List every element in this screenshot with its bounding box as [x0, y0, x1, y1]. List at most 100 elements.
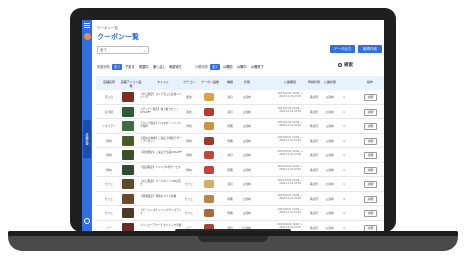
coupon-status: 公開中 — [242, 124, 252, 128]
table-row[interactable]: カフェ 【期間限定】季節のパフェ特典 カフェ 特典 公開中 2023-05-01 10:0… — [96, 192, 384, 206]
store-name: 天ぷら — [104, 95, 114, 99]
detail-button[interactable]: 詳細 — [364, 123, 377, 130]
create-button[interactable]: 新規作成 — [358, 45, 382, 53]
coupon-status: 公開中 — [242, 182, 252, 186]
apply-status: 承認済 — [309, 109, 319, 114]
column-header[interactable]: 操作 — [362, 80, 378, 84]
store-name: 寿司屋 — [104, 109, 114, 114]
coupon-type: 特典 — [227, 211, 233, 215]
side-tab[interactable]: 店舗管理 — [83, 120, 91, 158]
publish-period: 2023-02-01 10:00 〜 2023-12-31 23:59 — [277, 121, 303, 128]
filter-label-publish: 公開状態 — [195, 65, 208, 69]
column-header[interactable]: 公開状態 — [324, 80, 336, 84]
filter-chip[interactable]: 承認待ち — [167, 64, 184, 70]
detail-button[interactable]: 詳細 — [364, 152, 377, 159]
export-csv-button[interactable]: データ出力 — [330, 45, 355, 53]
filter-chip[interactable]: 下書き — [123, 64, 137, 70]
column-header[interactable]: クーポン画像 — [199, 80, 221, 84]
column-header[interactable]: 状態 — [239, 80, 255, 84]
column-header[interactable]: 店舗アイコン画像 — [120, 80, 142, 88]
coupon-status: 公開中 — [242, 167, 252, 172]
count: 1 — [343, 95, 345, 99]
coupon-image — [204, 180, 214, 188]
breadcrumb[interactable]: クーポン一覧 — [97, 26, 118, 31]
publish-period: 2023-04-01 10:00 〜 2023-12-31 23:59 — [277, 179, 303, 186]
category: カフェ — [184, 182, 194, 186]
apply-status: 承認済 — [309, 225, 319, 230]
status-select[interactable]: 全て ⌄ — [97, 46, 149, 54]
category: 焼肉 — [186, 167, 192, 172]
coupon-status: 公開中 — [242, 153, 252, 157]
detail-button[interactable]: 詳細 — [364, 195, 377, 203]
store-name: カフェ — [104, 182, 114, 186]
filter-label-listing: 掲載状態 — [97, 65, 110, 69]
page-title: クーポン一覧 — [97, 33, 139, 41]
coupon-title[interactable]: 【新規限定】ご来店で全品10%OFF — [140, 151, 182, 154]
detail-button[interactable]: 詳細 — [364, 108, 377, 116]
detail-button[interactable]: 詳細 — [364, 181, 377, 188]
table-row[interactable]: 天ぷら 【平日限定】ランチ天ぷら定食+ドリンク 和食 割引 公開中 2023-01-01 … — [96, 90, 384, 105]
store-name: カフェ — [104, 211, 114, 215]
category: 焼肉 — [186, 138, 192, 143]
filter-chip[interactable]: 公開中 — [235, 64, 249, 70]
coupon-title[interactable]: 【ディナー限定】特上握りセット10%OFF — [140, 108, 182, 115]
publish-status: 公開中 — [325, 225, 335, 230]
coupon-status: 公開中 — [242, 95, 252, 99]
column-header[interactable]: カテゴリ — [182, 80, 196, 84]
table-row[interactable]: 寿司屋 【ディナー限定】特上握りセット10%OFF 和食 割引 公開中 2023-01-0… — [96, 105, 384, 119]
coupon-title[interactable]: 【会員限定】ドリンク1杯サービス — [140, 166, 182, 169]
table-row[interactable]: カフェ 【平日限定】ケーキセット100円引き カフェ 割引 公開中 2023-04-01 … — [96, 177, 384, 192]
publish-status: 公開中 — [325, 196, 335, 201]
chevron-down-icon: ⌄ — [142, 48, 146, 53]
filter-chip[interactable]: 公開前 — [221, 64, 235, 70]
count: 1 — [343, 124, 345, 128]
coupon-type: 割引 — [227, 182, 233, 186]
filter-chip[interactable]: 公開終了 — [249, 64, 266, 70]
sidebar: 店舗管理 — [82, 20, 92, 232]
column-header[interactable]: タイトル — [148, 80, 178, 84]
coupon-table: 店舗名称 店舗アイコン画像 タイトル カテゴリ クーポン画像 種類 状態 公開期… — [96, 76, 384, 232]
detail-button[interactable]: 詳細 — [364, 94, 377, 101]
coupon-image — [204, 107, 214, 116]
store-icon-image — [122, 135, 134, 146]
coupon-title[interactable]: 【期間限定】季節のパフェ特典 — [140, 195, 182, 198]
filter-chip[interactable]: 掲載中 — [137, 64, 151, 70]
category: 洋食 — [186, 124, 192, 128]
filter-chip[interactable]: 差し戻し — [151, 64, 168, 70]
table-row[interactable]: カフェ 【モーニング】ドリンクサイズアップ カフェ 特典 公開中 2023-05-01 1… — [96, 206, 384, 221]
coupon-title[interactable]: 【ハッピーアワー】全ドリンク半額 — [140, 224, 182, 227]
store-icon-image — [122, 208, 134, 218]
coupon-image — [204, 93, 214, 101]
column-header[interactable]: 店舗名称 — [98, 80, 120, 84]
coupon-title[interactable]: 【平日限定】ランチ天ぷら定食+ドリンク — [140, 93, 182, 100]
coupon-image — [204, 122, 214, 130]
detail-button[interactable]: 詳細 — [364, 137, 377, 145]
table-row[interactable]: 焼肉 【会員限定】ドリンク1杯サービス 焼肉 特典 公開中 2023-04-01 10:0… — [96, 163, 384, 177]
table-row[interactable]: 焼肉 【誕生日特典】ご来店で特製デザートプレゼント 焼肉 特典 公開中 2023-03-0… — [96, 134, 384, 148]
table-row[interactable]: イタリアン 【ランチ限定】パスタセットドリンク無料 洋食 特典 公開中 2023-02-0… — [96, 119, 384, 134]
apply-status: 承認済 — [309, 153, 319, 157]
coupon-title[interactable]: 【ランチ限定】パスタセットドリンク無料 — [140, 122, 182, 129]
help-icon[interactable] — [84, 218, 90, 224]
search-button[interactable]: 検索 — [338, 62, 353, 68]
count: 1 — [343, 182, 345, 186]
coupon-title[interactable]: 【モーニング】ドリンクサイズアップ — [140, 209, 182, 216]
detail-button[interactable]: 詳細 — [364, 166, 377, 174]
store-icon-image — [122, 164, 134, 175]
column-header[interactable]: 種類 — [224, 80, 236, 84]
publish-status: 公開中 — [325, 138, 335, 143]
publish-period: 2023-04-01 10:00 〜 2023-12-31 23:59 — [277, 164, 303, 171]
category: カフェ — [184, 196, 194, 201]
column-header[interactable]: 公開期間 — [276, 80, 304, 84]
detail-button[interactable]: 詳細 — [364, 210, 377, 217]
filter-chip[interactable]: 全て — [210, 64, 221, 70]
status-select-value: 全て — [100, 48, 107, 52]
hamburger-menu-icon[interactable] — [84, 23, 90, 28]
coupon-title[interactable]: 【誕生日特典】ご来店で特製デザートプレゼント — [140, 137, 182, 144]
category: 焼肉 — [186, 153, 192, 157]
coupon-title[interactable]: 【平日限定】ケーキセット100円引き — [140, 180, 182, 187]
filter-chip[interactable]: 全て — [112, 64, 123, 70]
store-name: 焼肉 — [106, 153, 112, 157]
table-row[interactable]: 焼肉 【新規限定】ご来店で全品10%OFF 焼肉 割引 公開中 2023-03-01 10… — [96, 148, 384, 163]
column-header[interactable]: 申請状態 — [308, 80, 320, 84]
